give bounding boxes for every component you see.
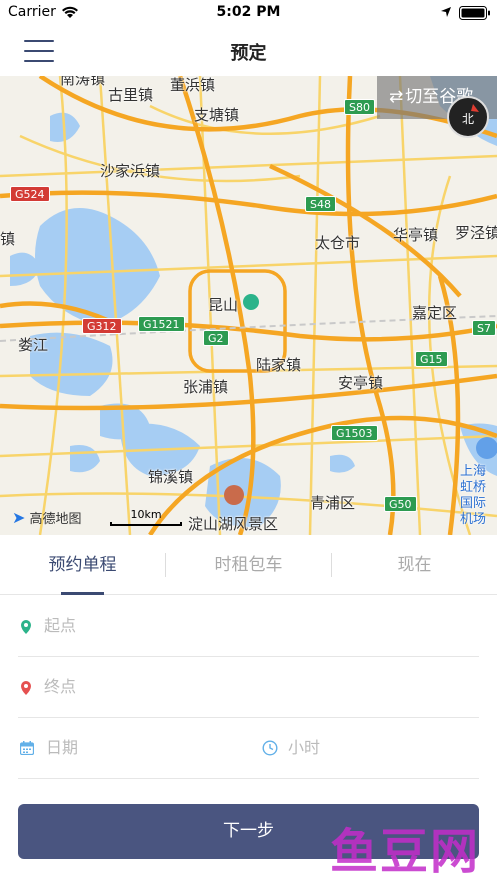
- road-badge: G312: [82, 318, 122, 334]
- map-label: 娄江: [18, 336, 49, 354]
- map-view[interactable]: 南涛镇 古里镇 董浜镇 支塘镇 沙家浜镇 太仓市 华亭镇 罗泾镇 镇 昆山 嘉定…: [0, 76, 497, 535]
- hours-field[interactable]: 小时: [260, 718, 479, 778]
- booking-tabs: 预约单程 时租包车 现在: [0, 535, 497, 595]
- status-bar: Carrier 5:02 PM: [0, 0, 497, 26]
- map-label: 沙家浜镇: [100, 162, 161, 180]
- road-badge: G1503: [331, 425, 378, 441]
- start-location-field[interactable]: 起点: [18, 596, 479, 657]
- map-label: 上海虹桥国际机场: [460, 464, 487, 527]
- map-label: 淀山湖风景区: [188, 515, 279, 533]
- amap-logo: ➤ 高德地图: [12, 508, 82, 527]
- date-field[interactable]: 日期: [18, 718, 258, 778]
- start-pin-icon: [21, 620, 31, 634]
- map-label: 嘉定区: [412, 304, 458, 322]
- compass-icon[interactable]: 北: [447, 96, 489, 138]
- map-label: 昆山: [208, 296, 239, 314]
- tab-hourly-charter[interactable]: 时租包车: [166, 535, 331, 595]
- amap-logo-text: 高德地图: [29, 512, 82, 527]
- map-label: 张浦镇: [183, 378, 229, 396]
- end-location-field[interactable]: 终点: [18, 657, 479, 718]
- road-badge: S80: [344, 99, 375, 115]
- tab-now[interactable]: 现在: [332, 535, 497, 595]
- map-label: 支塘镇: [194, 106, 240, 124]
- map-label: 董浜镇: [170, 76, 216, 94]
- compass-north-label: 北: [461, 112, 474, 126]
- tab-scheduled-one-way[interactable]: 预约单程: [0, 535, 165, 595]
- map-label: 罗泾镇: [455, 224, 497, 242]
- map-label: 陆家镇: [256, 356, 302, 374]
- location-arrow-icon: [441, 7, 451, 17]
- road-badge: G1521: [138, 316, 185, 332]
- clock-time: 5:02 PM: [216, 4, 281, 20]
- start-location-input[interactable]: 起点: [44, 596, 444, 656]
- active-tab-indicator: [61, 592, 104, 595]
- road-badge: G15: [415, 351, 448, 367]
- road-badge: S7: [472, 320, 496, 336]
- date-input[interactable]: 日期: [46, 718, 78, 778]
- page-title: 预定: [230, 43, 267, 64]
- map-label: 南涛镇: [60, 76, 106, 88]
- swap-arrows-icon: ⇄: [389, 87, 404, 107]
- clock-icon: [262, 740, 278, 756]
- calendar-icon: [20, 741, 34, 755]
- map-scale-label: 10km: [130, 508, 162, 521]
- road-badge: G524: [10, 186, 50, 202]
- map-label: 安亭镇: [338, 374, 384, 392]
- map-label: 华亭镇: [393, 226, 439, 244]
- watermark: 鱼豆网: [330, 824, 481, 880]
- road-badge: G50: [384, 496, 417, 512]
- end-location-input[interactable]: 终点: [44, 657, 444, 717]
- end-pin-icon: [21, 681, 31, 695]
- map-label: 锦溪镇: [148, 468, 194, 486]
- road-badge: S48: [305, 196, 336, 212]
- map-label: 镇: [0, 230, 16, 248]
- hours-input[interactable]: 小时: [288, 718, 320, 778]
- date-time-row: 日期 小时: [18, 718, 479, 779]
- map-scale-bar: [110, 522, 182, 526]
- amap-arrow-icon: ➤: [12, 508, 26, 527]
- road-badge: G2: [203, 330, 229, 346]
- map-label: 古里镇: [108, 86, 154, 104]
- map-label: 太仓市: [315, 234, 361, 252]
- battery-icon: [459, 6, 490, 20]
- map-label: 青浦区: [310, 494, 356, 512]
- navigation-bar: 预定: [0, 26, 497, 76]
